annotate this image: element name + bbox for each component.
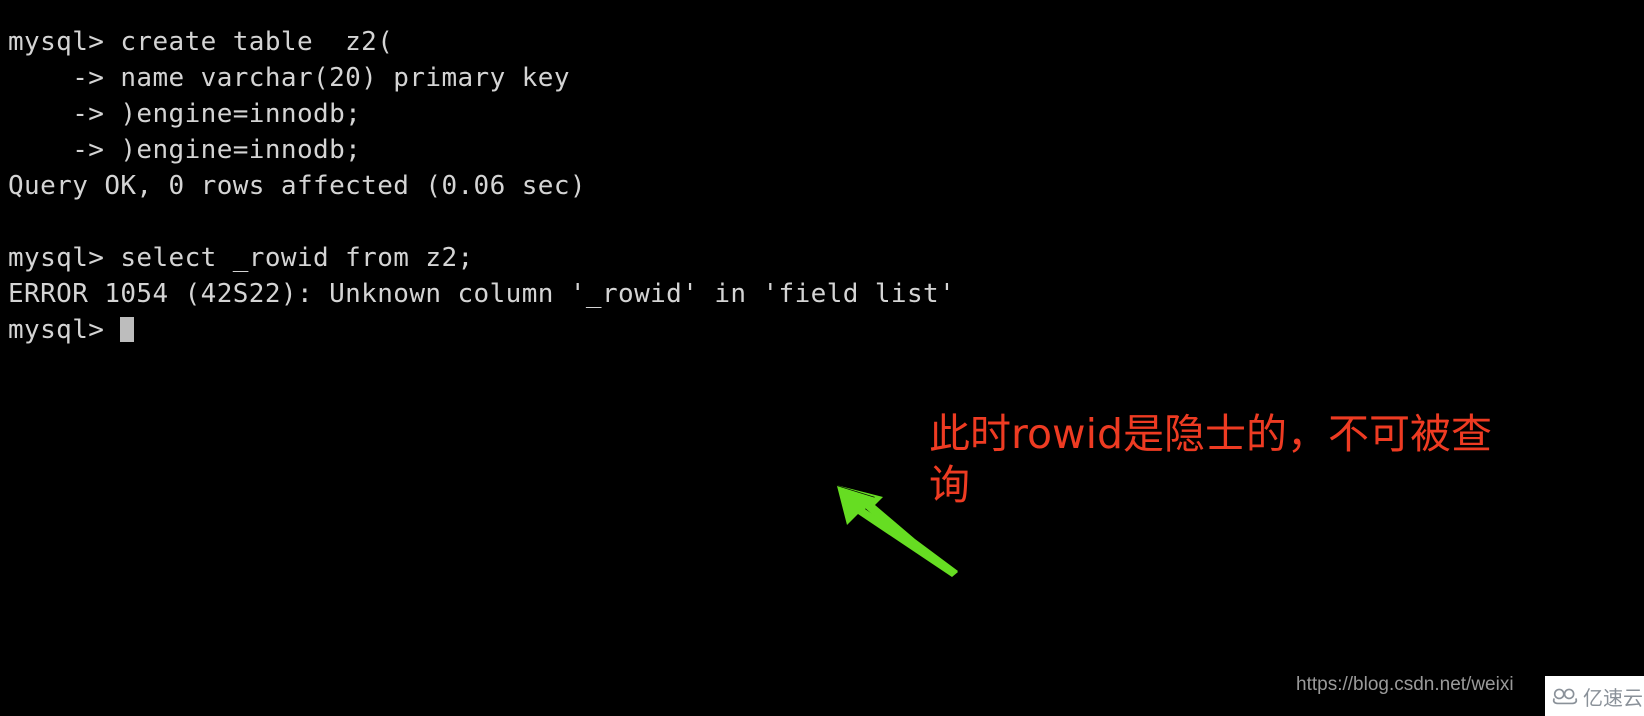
terminal-prompt: mysql>: [8, 315, 121, 345]
terminal-line: mysql> create table z2(: [8, 27, 394, 57]
screenshot-root: mysql> create table z2( -> name varchar(…: [0, 0, 1644, 716]
yisuyun-logo-badge: 亿速云: [1545, 676, 1644, 716]
terminal-cursor: [120, 317, 135, 342]
mysql-terminal[interactable]: mysql> create table z2( -> name varchar(…: [0, 0, 1644, 420]
terminal-line: -> name varchar(20) primary key: [8, 63, 570, 93]
annotation-text: 此时rowid是隐士的，不可被查询: [929, 410, 1492, 509]
terminal-line: -> )engine=innodb;: [8, 99, 362, 129]
terminal-line: ERROR 1054 (42S22): Unknown column '_row…: [8, 279, 956, 309]
cloud-icon: [1552, 688, 1578, 705]
green-pointer-arrow-icon: [836, 485, 958, 577]
logo-brand-text: 亿速云: [1583, 685, 1643, 710]
terminal-line: -> )engine=innodb;: [8, 135, 362, 165]
terminal-prompt-line[interactable]: mysql>: [8, 312, 1644, 348]
watermark-url-text: https://blog.csdn.net/weixi: [1296, 674, 1514, 695]
terminal-line: mysql> select _rowid from z2;: [8, 243, 474, 273]
terminal-line: Query OK, 0 rows affected (0.06 sec): [8, 171, 586, 201]
